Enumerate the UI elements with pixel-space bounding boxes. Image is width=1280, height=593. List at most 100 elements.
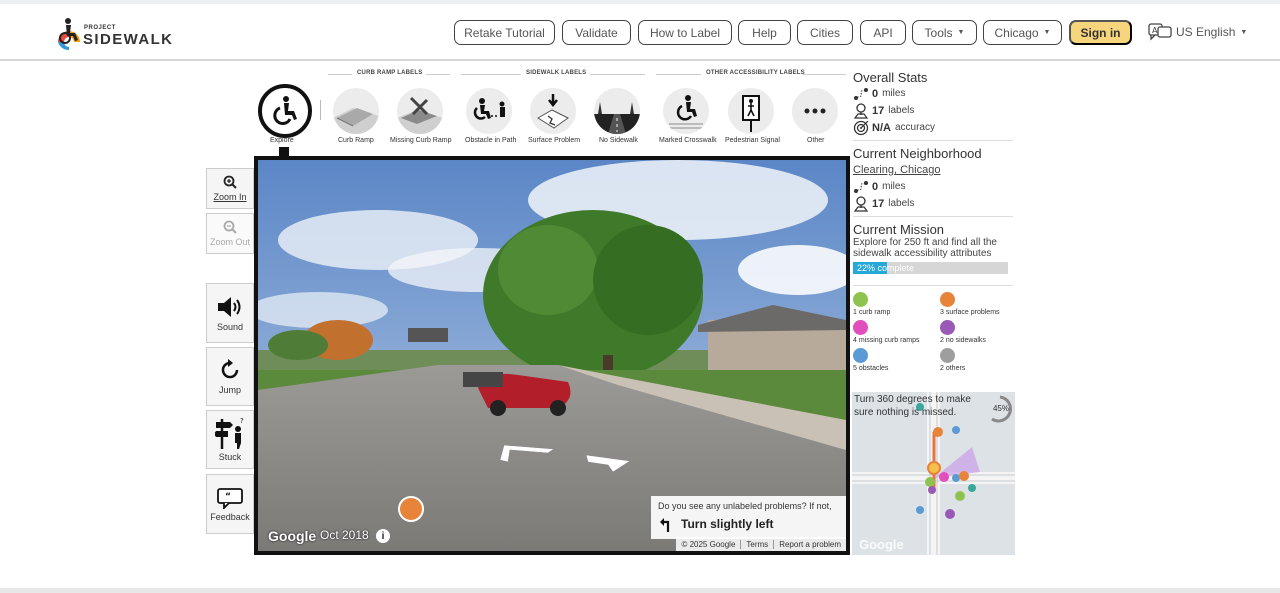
svg-text:“: “ bbox=[225, 492, 231, 502]
feedback-label: Feedback bbox=[210, 511, 250, 522]
neighborhood-labels-value: 17 bbox=[872, 197, 885, 210]
cities-button[interactable]: Cities bbox=[797, 20, 853, 45]
count-missing-curb-ramps: 4 missing curb ramps bbox=[853, 320, 920, 344]
project-sidewalk-logo[interactable]: PROJECT SIDEWALK bbox=[52, 16, 192, 52]
minimap[interactable]: Turn 360 degrees to make sure nothing is… bbox=[852, 392, 1015, 555]
street-scene-image bbox=[258, 160, 846, 551]
overall-stats-title: Overall Stats bbox=[853, 70, 928, 85]
toolbar-separator bbox=[320, 100, 321, 120]
surface-problem-button[interactable] bbox=[530, 88, 576, 134]
tools-dropdown-label: Tools bbox=[924, 25, 953, 40]
language-dropdown[interactable]: A US English ▼ bbox=[1148, 22, 1247, 42]
sidebar-divider bbox=[853, 216, 1013, 217]
jump-icon bbox=[221, 359, 239, 379]
curb-ramp-label: Curb Ramp bbox=[338, 137, 374, 144]
language-icon: A bbox=[1148, 23, 1172, 41]
count-obstacles: 5 obstacles bbox=[853, 348, 888, 372]
zoom-out-label: Zoom Out bbox=[209, 237, 250, 247]
minimap-google-watermark: Google bbox=[859, 537, 904, 552]
navigation-hint: Do you see any unlabeled problems? If no… bbox=[651, 496, 846, 539]
page-bottom-bar bbox=[0, 588, 1280, 593]
section-divider bbox=[656, 74, 701, 75]
validate-button[interactable]: Validate bbox=[562, 20, 631, 45]
neighborhood-miles-unit: miles bbox=[882, 181, 906, 192]
current-neighborhood-title: Current Neighborhood bbox=[853, 146, 982, 161]
zoom-out-button[interactable]: Zoom Out bbox=[206, 213, 254, 254]
missing-curb-ramp-icon bbox=[397, 96, 443, 134]
sound-label: Sound bbox=[216, 321, 244, 332]
jump-label: Jump bbox=[218, 385, 241, 395]
status-sidebar: Overall Stats 0 miles 17 labels N/A accu… bbox=[853, 70, 1013, 274]
zoom-in-button[interactable]: Zoom In bbox=[206, 168, 254, 209]
sidebar-divider bbox=[853, 140, 1013, 141]
tools-dropdown[interactable]: Tools ▼ bbox=[912, 20, 977, 45]
target-icon bbox=[853, 120, 869, 135]
minimap-message: Turn 360 degrees to make sure nothing is… bbox=[854, 394, 971, 418]
neighborhood-miles-value: 0 bbox=[872, 180, 879, 193]
overall-accuracy-value: N/A bbox=[872, 121, 891, 134]
retake-tutorial-button[interactable]: Retake Tutorial bbox=[454, 20, 555, 45]
sound-button[interactable]: Sound bbox=[206, 283, 254, 343]
mission-progress-text: 22% complete bbox=[857, 263, 915, 273]
how-to-label-button[interactable]: How to Label bbox=[638, 20, 732, 45]
curb-ramp-section-label: CURB RAMP LABELS bbox=[357, 70, 423, 76]
no-sidewalk-icon bbox=[594, 102, 640, 134]
info-icon[interactable]: i bbox=[376, 529, 390, 543]
svg-text:?: ? bbox=[240, 417, 244, 425]
count-no-sidewalks-text: 2 no sidewalks bbox=[940, 337, 986, 344]
count-others: 2 others bbox=[940, 348, 965, 372]
caret-down-icon: ▼ bbox=[1043, 29, 1051, 36]
logo-text-sidewalk: SIDEWALK bbox=[83, 31, 174, 48]
hint-direction: Turn slightly left bbox=[681, 517, 774, 531]
overall-labels-value: 17 bbox=[872, 104, 885, 117]
overall-miles-value: 0 bbox=[872, 87, 879, 100]
stuck-button[interactable]: ? Stuck bbox=[206, 410, 254, 469]
explore-button[interactable] bbox=[258, 84, 312, 138]
labels-icon bbox=[853, 102, 869, 119]
other-button[interactable] bbox=[792, 88, 838, 134]
speaker-icon bbox=[218, 296, 241, 317]
neighborhood-labels: 17 labels bbox=[853, 195, 1013, 212]
other-section-label: OTHER ACCESSIBILITY LABELS bbox=[706, 70, 805, 76]
navbar: PROJECT SIDEWALK Retake Tutorial Validat… bbox=[0, 4, 1280, 61]
missing-curb-ramp-label: Missing Curb Ramp bbox=[390, 137, 452, 144]
no-sidewalk-button[interactable] bbox=[594, 88, 640, 134]
count-others-text: 2 others bbox=[940, 365, 966, 372]
turn-left-arrow-icon bbox=[660, 518, 670, 532]
neighborhood-miles: 0 miles bbox=[853, 178, 1013, 195]
section-divider bbox=[328, 74, 352, 75]
labels-icon bbox=[853, 195, 869, 212]
surface-problem-icon bbox=[537, 94, 569, 129]
terms-link[interactable]: Terms bbox=[740, 539, 773, 549]
pedestrian-signal-button[interactable] bbox=[728, 88, 774, 134]
feedback-button[interactable]: “ Feedback bbox=[206, 474, 254, 534]
count-curb-ramp: 1 curb ramp bbox=[853, 292, 890, 316]
city-dropdown[interactable]: Chicago ▼ bbox=[983, 20, 1062, 45]
mission-description: Explore for 250 ft and find all the side… bbox=[853, 237, 997, 259]
pedestrian-signal-label: Pedestrian Signal bbox=[725, 137, 780, 144]
help-button[interactable]: Help bbox=[738, 20, 791, 45]
sidebar-divider bbox=[853, 285, 1013, 286]
marked-crosswalk-button[interactable] bbox=[663, 88, 709, 134]
jump-button[interactable]: Jump bbox=[206, 347, 254, 406]
obstacle-button[interactable] bbox=[466, 88, 512, 134]
missing-curb-ramp-button[interactable] bbox=[397, 88, 443, 134]
surface-problem-label-marker[interactable] bbox=[398, 496, 424, 522]
more-icon bbox=[804, 108, 826, 114]
report-problem-link[interactable]: Report a problem bbox=[773, 539, 846, 549]
caret-down-icon: ▼ bbox=[957, 29, 965, 36]
obstacle-icon bbox=[473, 98, 505, 120]
neighborhood-link[interactable]: Clearing, Chicago bbox=[853, 164, 1013, 176]
svg-text:A: A bbox=[1152, 26, 1158, 35]
surface-problem-label: Surface Problem bbox=[528, 137, 581, 144]
street-view-panorama[interactable]: Do you see any unlabeled problems? If no… bbox=[254, 156, 850, 555]
sign-in-button[interactable]: Sign in bbox=[1069, 20, 1132, 45]
imagery-date: Oct 2018 bbox=[320, 528, 369, 542]
curb-ramp-button[interactable] bbox=[333, 88, 379, 134]
overall-labels: 17 labels bbox=[853, 102, 1013, 119]
copyright-text: © 2025 Google bbox=[681, 539, 736, 549]
api-button[interactable]: API bbox=[860, 20, 906, 45]
curb-ramp-icon bbox=[333, 108, 379, 134]
neighborhood-labels-unit: labels bbox=[888, 198, 915, 209]
overall-labels-unit: labels bbox=[888, 105, 915, 116]
